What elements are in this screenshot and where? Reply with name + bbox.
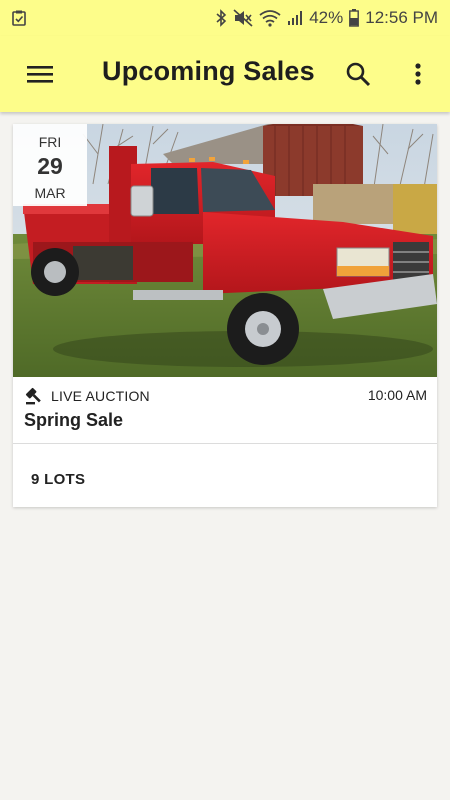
battery-icon: [349, 9, 360, 27]
gavel-icon: [25, 387, 41, 405]
date-day: 29: [37, 153, 63, 179]
date-badge: FRI 29 MAR: [13, 124, 87, 206]
date-month: MAR: [34, 185, 66, 201]
app-bar: Upcoming Sales: [0, 36, 450, 112]
search-icon: [346, 62, 371, 87]
clock: 12:56 PM: [365, 8, 438, 27]
sale-type-label: LIVE AUCTION: [51, 388, 150, 404]
menu-button[interactable]: [22, 56, 58, 92]
mute-icon: [233, 9, 253, 27]
signal-icon: [287, 10, 303, 26]
sale-time: 10:00 AM: [367, 387, 427, 403]
sale-name[interactable]: Spring Sale: [24, 410, 123, 431]
more-vert-icon: [415, 63, 421, 85]
menu-icon: [27, 66, 53, 83]
search-button[interactable]: [340, 56, 376, 92]
lots-count-link[interactable]: 9 LOTS: [31, 471, 85, 488]
wifi-icon: [259, 9, 281, 27]
more-options-button[interactable]: [402, 56, 434, 92]
card-divider: [13, 443, 437, 444]
task-check-icon: [12, 10, 26, 26]
status-bar: 42% 12:56 PM: [0, 0, 450, 36]
sale-card[interactable]: FRI 29 MAR LIVE AUCTION 10:00 AM Spring …: [13, 124, 437, 507]
sale-photo: FRI 29 MAR: [13, 124, 437, 377]
sale-type-row: LIVE AUCTION 10:00 AM: [25, 385, 427, 407]
battery-percent: 42%: [309, 8, 344, 27]
page-title: Upcoming Sales: [102, 56, 315, 86]
date-day-of-week: FRI: [38, 134, 62, 150]
bluetooth-icon: [215, 9, 227, 27]
